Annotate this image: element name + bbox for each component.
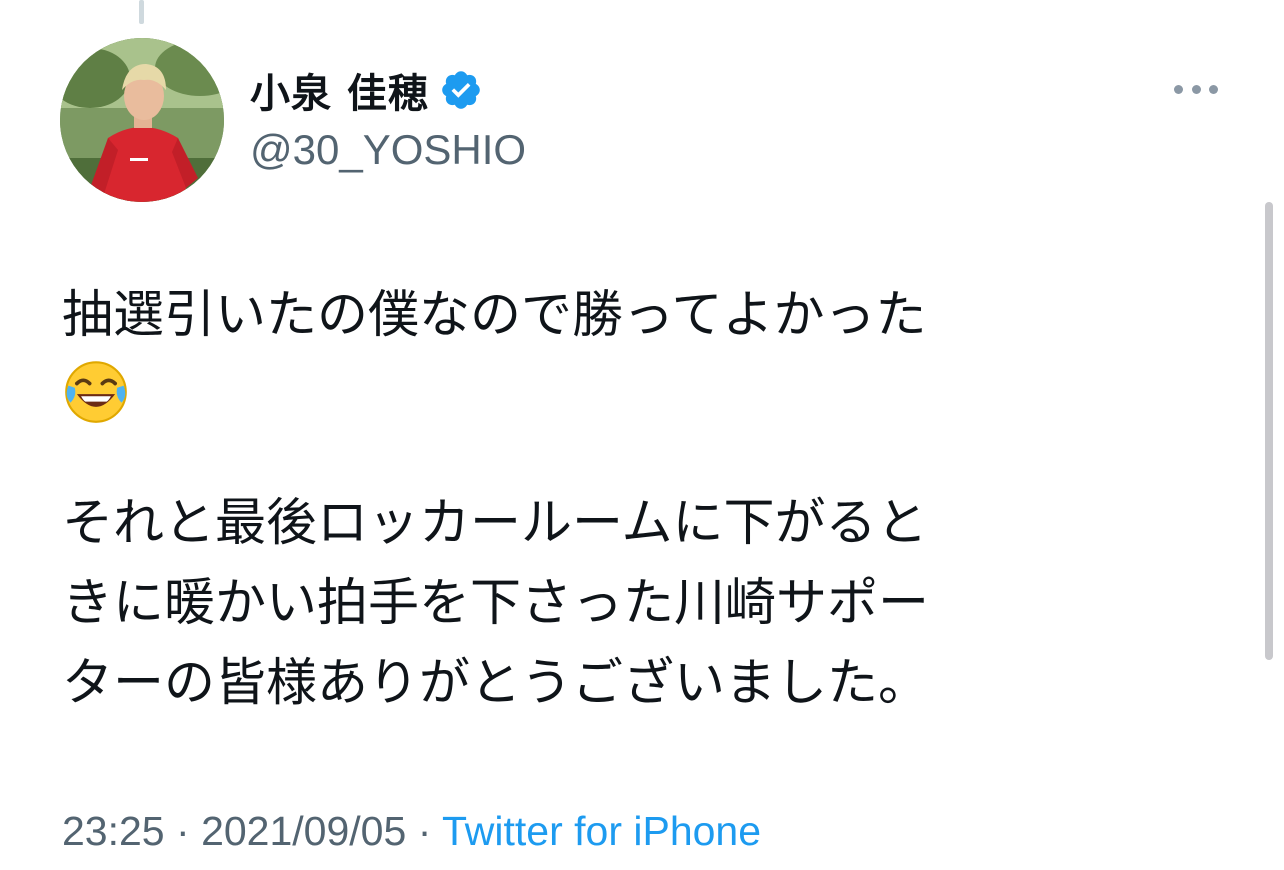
meta-separator: · [176,808,190,854]
more-dot [1174,84,1183,94]
tweet-line: 抽選引いたの僕なので勝ってよかった [62,286,927,345]
meta-separator: · [417,808,432,854]
more-dot [1209,84,1218,94]
more-dot [1191,84,1201,94]
tweet-meta: 23:25 · 2021/09/05 · Twitter for iPhone [62,808,761,855]
avatar-image [60,38,224,202]
display-name[interactable]: 小泉 佳穂 [250,61,429,119]
scrollbar[interactable] [1265,202,1273,660]
tweet-time[interactable]: 23:25 [62,808,165,854]
tweet-text: 抽選引いたの僕なので勝ってよかった それと最後ロッカールームに下がると きに暖か… [62,276,1212,724]
tweet-source-link[interactable]: Twitter for iPhone [442,808,761,854]
avatar[interactable] [60,38,224,202]
tweet-line: ターの皆様ありがとうございました。 [62,654,930,713]
tweet-date[interactable]: 2021/09/05 [201,808,406,854]
thread-connector-line [139,0,144,24]
author-name-row: 小泉 佳穂 [250,58,526,122]
tweet-line: きに暖かい拍手を下さった川崎サポー [62,574,930,633]
face-with-tears-of-joy-icon [65,361,127,423]
more-options-icon[interactable] [1174,80,1218,98]
tweet-paragraph-1: 抽選引いたの僕なので勝ってよかった [62,276,1212,436]
verified-badge-icon [439,68,483,112]
tweet-line: それと最後ロッカールームに下がると [62,494,928,553]
tweet-paragraph-2: それと最後ロッカールームに下がると きに暖かい拍手を下さった川崎サポー ターの皆… [62,484,1212,724]
author-handle[interactable]: @30_YOSHIO [250,126,526,174]
tweet-author[interactable]: 小泉 佳穂 @30_YOSHIO [250,58,526,174]
